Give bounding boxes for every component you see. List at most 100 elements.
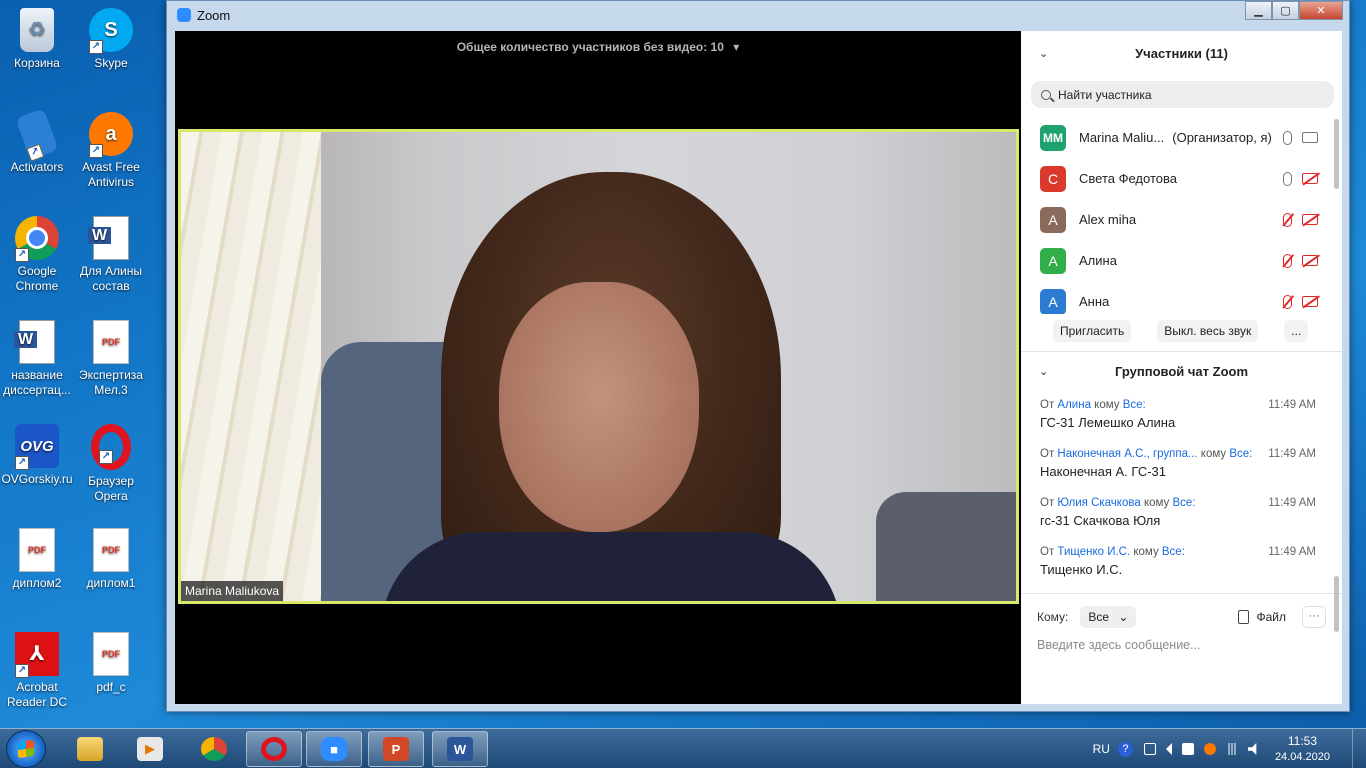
mic-icon[interactable]	[1283, 130, 1292, 145]
participant-row[interactable]: А Алина	[1021, 240, 1342, 281]
opera-shortcut[interactable]: ↗ Браузер Opera	[74, 424, 148, 504]
taskbar-powerpoint[interactable]: P	[368, 731, 424, 767]
message-sender[interactable]: Алина	[1057, 399, 1091, 411]
file-button[interactable]: Файл	[1238, 610, 1286, 624]
powerpoint-icon: P	[383, 737, 409, 761]
participant-search-input[interactable]: Найти участника	[1031, 81, 1334, 108]
avast-tray-icon[interactable]	[1203, 743, 1216, 755]
chat-message: От Тищенко И.С. кому Все: 11:49 AM Тищен…	[1021, 537, 1342, 586]
message-recipient[interactable]: Все:	[1229, 448, 1252, 460]
recipient-select[interactable]: Все ⌄	[1080, 606, 1137, 628]
taskbar-zoom[interactable]: ■	[306, 731, 362, 767]
camera-off-icon[interactable]	[1302, 255, 1318, 266]
activators-icon: ↗	[15, 108, 59, 162]
camera-off-icon[interactable]	[1302, 173, 1318, 184]
participants-more-button[interactable]: ...	[1284, 319, 1309, 342]
taskbar-clock[interactable]: 11:53 24.04.2020	[1275, 733, 1330, 765]
chat-divider	[1021, 593, 1342, 594]
flag-icon[interactable]	[1181, 743, 1194, 755]
taskbar-word[interactable]: W	[432, 731, 488, 767]
pdf-shortcut[interactable]: PDF диплом2	[0, 528, 74, 591]
taskbar-chrome[interactable]	[186, 731, 242, 767]
word-document-icon: W	[14, 320, 55, 364]
desktop-icon-label: Браузер Opera	[88, 474, 134, 503]
avast-shortcut[interactable]: a ↗ Avast Free Antivirus	[74, 112, 148, 190]
message-meta: От Алина кому Все:	[1040, 399, 1146, 411]
chat-message-input[interactable]: Введите здесь сообщение...	[1021, 638, 1342, 652]
taskbar-media-player[interactable]: ▶	[122, 731, 178, 767]
pdf-shortcut[interactable]: PDF диплом1	[74, 528, 148, 591]
recycle-bin-icon: ♻	[20, 8, 54, 52]
participant-name: Alex miha	[1079, 212, 1137, 227]
camera-off-icon[interactable]	[1302, 214, 1318, 225]
mic-icon[interactable]	[1283, 171, 1292, 186]
close-button[interactable]: ✕	[1299, 1, 1343, 20]
camera-icon[interactable]	[1302, 132, 1318, 143]
taskbar-opera[interactable]	[246, 731, 302, 767]
message-recipient[interactable]: Все:	[1123, 399, 1146, 411]
video-person-body	[381, 532, 841, 601]
taskbar-explorer[interactable]	[62, 731, 118, 767]
participant-role: (Организатор, я)	[1172, 130, 1272, 145]
avatar: С	[1040, 165, 1066, 192]
chrome-shortcut[interactable]: ↗ Google Chrome	[0, 216, 74, 294]
shortcut-arrow-icon: ↗	[15, 248, 29, 262]
message-sender[interactable]: Тищенко И.С.	[1057, 546, 1130, 558]
collapse-chat-chevron-icon[interactable]: ⌄	[1039, 365, 1048, 378]
mic-muted-icon[interactable]	[1283, 253, 1292, 268]
word-doc-shortcut[interactable]: W название диссертац...	[0, 320, 74, 398]
message-time: 11:49 AM	[1268, 448, 1316, 460]
language-indicator[interactable]: RU	[1093, 742, 1110, 756]
chevron-down-icon: ⌄	[1118, 610, 1129, 624]
message-sender[interactable]: Юлия Скачкова	[1057, 497, 1140, 509]
chat-messages: От Алина кому Все: 11:49 AM ГС-31 Лемешк…	[1021, 390, 1342, 589]
message-text: гс-31 Скачкова Юля	[1040, 513, 1161, 528]
video-person-face	[499, 282, 699, 532]
ovg-icon: OVG ↗	[15, 424, 59, 470]
active-speaker-video[interactable]: Marina Maliukova	[178, 129, 1019, 604]
participant-row[interactable]: A Alex miha	[1021, 199, 1342, 240]
mute-all-button[interactable]: Выкл. весь звук	[1157, 319, 1259, 342]
desktop-icon-label: OVGorskiy.ru	[1, 472, 73, 486]
camera-off-icon[interactable]	[1302, 296, 1318, 307]
mic-muted-icon[interactable]	[1283, 212, 1292, 227]
video-area: Общее количество участников без видео: 1…	[175, 31, 1021, 704]
skype-shortcut[interactable]: S ↗ Skype	[74, 8, 148, 71]
tray-expand-icon[interactable]	[1165, 743, 1172, 755]
ovgorskiy-shortcut[interactable]: OVG ↗ OVGorskiy.ru	[0, 424, 74, 487]
no-video-participants-toggle[interactable]: Общее количество участников без видео: 1…	[175, 40, 1021, 54]
start-button[interactable]	[6, 730, 46, 768]
pdf-shortcut[interactable]: PDF Экспертиза Мел.3	[74, 320, 148, 398]
window-titlebar[interactable]: Zoom	[167, 1, 1349, 29]
show-desktop-button[interactable]	[1352, 729, 1366, 768]
signal-strength-icon[interactable]	[1225, 743, 1238, 755]
maximize-button[interactable]: ▢	[1272, 1, 1299, 20]
participant-row[interactable]: А Анна	[1021, 281, 1342, 314]
participants-scrollbar[interactable]	[1334, 119, 1339, 189]
participant-row[interactable]: С Света Федотова	[1021, 158, 1342, 199]
activators-shortcut[interactable]: ↗ Activators	[0, 108, 74, 175]
participant-row[interactable]: MM Marina Maliu... (Организатор, я)	[1021, 117, 1342, 158]
word-doc-shortcut[interactable]: W Для Алины состав	[74, 216, 148, 294]
chat-more-button[interactable]: ···	[1302, 606, 1326, 628]
invite-button[interactable]: Пригласить	[1053, 319, 1132, 342]
collapse-participants-chevron-icon[interactable]: ⌄	[1039, 47, 1048, 60]
message-recipient[interactable]: Все:	[1162, 546, 1185, 558]
acrobat-shortcut[interactable]: ⅄ ↗ Acrobat Reader DC	[0, 632, 74, 710]
chat-message: От Юлия Скачкова кому Все: 11:49 AM гс-3…	[1021, 488, 1342, 537]
clock-time: 11:53	[1287, 734, 1318, 748]
help-icon[interactable]: ?	[1117, 741, 1133, 757]
volume-icon[interactable]	[1247, 743, 1257, 755]
word-document-icon: W	[88, 216, 129, 260]
folder-icon	[77, 737, 103, 761]
pdf-shortcut[interactable]: PDF pdf_c	[74, 632, 148, 695]
message-recipient[interactable]: Все:	[1172, 497, 1195, 509]
network-monitor-icon[interactable]	[1143, 743, 1156, 755]
participant-name: Света Федотова	[1079, 171, 1177, 186]
desktop-icon-label: Activators	[10, 160, 64, 174]
desktop-icon-label: pdf_c	[96, 680, 126, 694]
recycle-bin-shortcut[interactable]: ♻ Корзина	[0, 8, 74, 71]
mic-muted-icon[interactable]	[1283, 294, 1292, 309]
message-sender[interactable]: Наконечная А.С., группа...	[1057, 448, 1197, 460]
minimize-button[interactable]: ▁	[1245, 1, 1272, 20]
